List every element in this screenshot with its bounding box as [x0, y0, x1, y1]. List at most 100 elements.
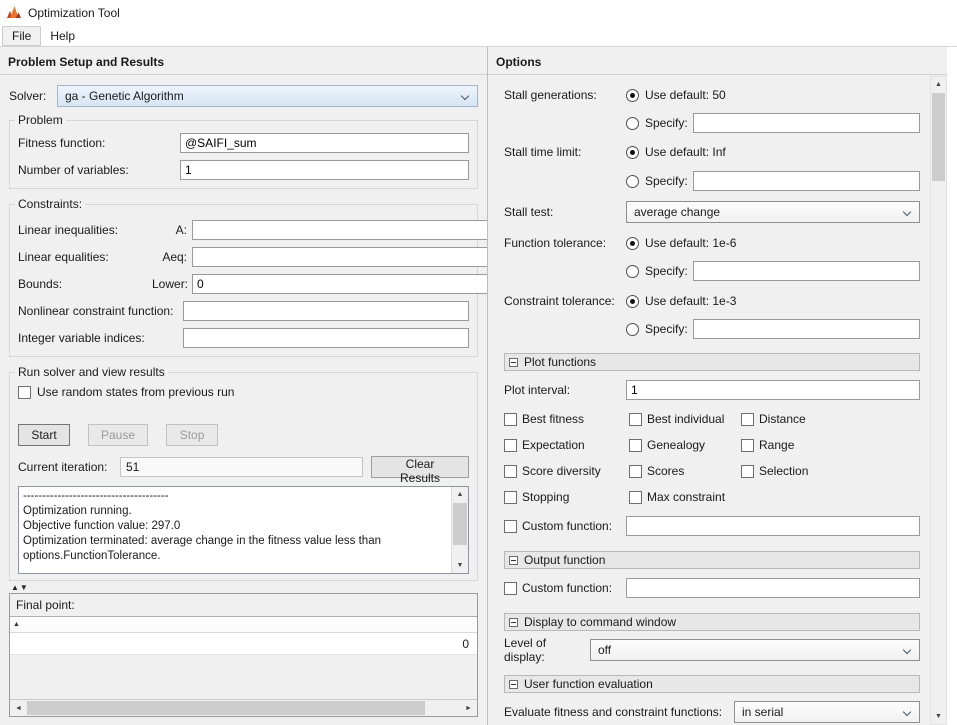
checkbox-scores[interactable]: Scores: [629, 464, 741, 478]
options-scroll-thumb[interactable]: [932, 93, 945, 181]
plot-custom-function-option[interactable]: Custom function:: [504, 519, 626, 533]
checkbox-box[interactable]: [504, 490, 517, 504]
radio-specify[interactable]: [626, 264, 639, 278]
plot-functions-section-header[interactable]: Plot functions: [504, 353, 920, 371]
final-point-value-row[interactable]: 0: [10, 633, 477, 655]
constraint-tolerance-specify-input[interactable]: [693, 319, 920, 339]
num-variables-input[interactable]: [180, 160, 469, 180]
scroll-up-icon[interactable]: ▲: [931, 77, 946, 92]
hscroll-track[interactable]: [27, 700, 460, 716]
fitness-function-input[interactable]: [180, 133, 469, 153]
stall-generations-specify-input[interactable]: [693, 113, 920, 133]
collapse-icon[interactable]: [509, 357, 518, 367]
aeq-input[interactable]: [192, 247, 487, 267]
collapse-icon[interactable]: [509, 679, 518, 689]
function-tolerance-specify-input[interactable]: [693, 261, 920, 281]
scroll-down-icon[interactable]: ▼: [931, 709, 946, 724]
constraint-tolerance-specify-option[interactable]: Specify:: [626, 319, 920, 339]
final-point-hscrollbar[interactable]: ◄ ►: [10, 699, 477, 716]
checkbox-box[interactable]: [741, 412, 754, 426]
nonlinear-constraint-input[interactable]: [183, 301, 469, 321]
stall-time-limit-specify-input[interactable]: [693, 171, 920, 191]
checkbox-distance[interactable]: Distance: [741, 412, 806, 426]
output-custom-function-input[interactable]: [626, 578, 920, 598]
checkbox-box[interactable]: [504, 519, 517, 533]
checkbox-box[interactable]: [504, 412, 517, 426]
lower-bound-input[interactable]: [192, 274, 487, 294]
display-section-header[interactable]: Display to command window: [504, 613, 920, 631]
scroll-down-icon[interactable]: ▼: [452, 558, 468, 573]
checkbox-best-individual[interactable]: Best individual: [629, 412, 741, 426]
panel-splitter-handle[interactable]: ▲▼: [9, 581, 478, 593]
radio-use-default[interactable]: [626, 145, 639, 159]
function-tolerance-default-option[interactable]: Use default: 1e-6: [626, 236, 920, 250]
checkbox-max-constraint[interactable]: Max constraint: [629, 490, 725, 504]
start-button[interactable]: Start: [18, 424, 70, 446]
function-tolerance-specify-option[interactable]: Specify:: [626, 261, 920, 281]
clear-results-button[interactable]: Clear Results: [371, 456, 469, 485]
checkbox-box[interactable]: [741, 438, 754, 452]
hscroll-thumb[interactable]: [27, 701, 426, 715]
checkbox-genealogy[interactable]: Genealogy: [629, 438, 741, 452]
collapse-icon[interactable]: [509, 555, 518, 565]
results-scroll-thumb[interactable]: [453, 503, 467, 545]
scroll-left-icon[interactable]: ◄: [10, 700, 27, 716]
radio-use-default[interactable]: [626, 88, 639, 102]
stall-time-limit-row: Stall time limit: Use default: Inf: [504, 142, 920, 162]
checkbox-label: Stopping: [522, 490, 570, 504]
checkbox-stopping[interactable]: Stopping: [504, 490, 629, 504]
solver-dropdown[interactable]: ga - Genetic Algorithm: [57, 85, 478, 107]
results-line: Objective function value: 297.0: [23, 520, 181, 532]
radio-specify[interactable]: [626, 116, 639, 130]
checkbox-score-diversity[interactable]: Score diversity: [504, 464, 629, 478]
checkbox-box[interactable]: [504, 581, 517, 595]
constraint-tolerance-default-option[interactable]: Use default: 1e-3: [626, 294, 920, 308]
use-default-label: Use default: Inf: [645, 145, 726, 159]
final-point-column-header[interactable]: ▲: [10, 617, 477, 633]
integer-indices-input[interactable]: [183, 328, 469, 348]
plot-custom-function-input[interactable]: [626, 516, 920, 536]
level-of-display-dropdown[interactable]: off: [590, 639, 920, 661]
scroll-right-icon[interactable]: ►: [460, 700, 477, 716]
results-scrollbar[interactable]: ▲ ▼: [451, 487, 468, 573]
checkbox-best-fitness[interactable]: Best fitness: [504, 412, 629, 426]
checkbox-expectation[interactable]: Expectation: [504, 438, 629, 452]
collapse-icon[interactable]: [509, 617, 518, 627]
checkbox-label: Best individual: [647, 412, 725, 426]
checkbox-box[interactable]: [504, 464, 517, 478]
checkbox-selection[interactable]: Selection: [741, 464, 808, 478]
use-default-label: Use default: 1e-6: [645, 236, 737, 250]
plot-interval-input[interactable]: [626, 380, 920, 400]
radio-specify[interactable]: [626, 322, 639, 336]
results-scroll-track[interactable]: [452, 502, 468, 558]
stop-button[interactable]: Stop: [166, 424, 219, 446]
checkbox-box[interactable]: [629, 464, 642, 478]
checkbox-box[interactable]: [629, 490, 642, 504]
checkbox-box[interactable]: [504, 438, 517, 452]
a-input[interactable]: [192, 220, 487, 240]
options-scroll-track[interactable]: [931, 92, 946, 709]
menu-file[interactable]: File: [2, 26, 42, 46]
radio-use-default[interactable]: [626, 236, 639, 250]
scroll-up-icon[interactable]: ▲: [452, 487, 468, 502]
stall-test-dropdown[interactable]: average change: [626, 201, 920, 223]
stall-time-limit-specify-option[interactable]: Specify:: [626, 171, 920, 191]
checkbox-range[interactable]: Range: [741, 438, 794, 452]
pause-button[interactable]: Pause: [88, 424, 149, 446]
checkbox-box[interactable]: [629, 438, 642, 452]
user-function-evaluation-section-header[interactable]: User function evaluation: [504, 675, 920, 693]
radio-specify[interactable]: [626, 174, 639, 188]
stall-generations-default-option[interactable]: Use default: 50: [626, 88, 920, 102]
radio-use-default[interactable]: [626, 294, 639, 308]
random-states-option[interactable]: Use random states from previous run: [18, 384, 469, 400]
checkbox-box[interactable]: [629, 412, 642, 426]
options-scrollbar[interactable]: ▲ ▼: [930, 76, 947, 725]
evaluate-functions-dropdown[interactable]: in serial: [734, 701, 920, 723]
output-function-section-header[interactable]: Output function: [504, 551, 920, 569]
random-states-checkbox[interactable]: [18, 385, 31, 399]
checkbox-box[interactable]: [741, 464, 754, 478]
stall-time-limit-default-option[interactable]: Use default: Inf: [626, 145, 920, 159]
output-custom-function-option[interactable]: Custom function:: [504, 581, 626, 595]
stall-generations-specify-option[interactable]: Specify:: [626, 113, 920, 133]
menu-help[interactable]: Help: [41, 26, 84, 46]
